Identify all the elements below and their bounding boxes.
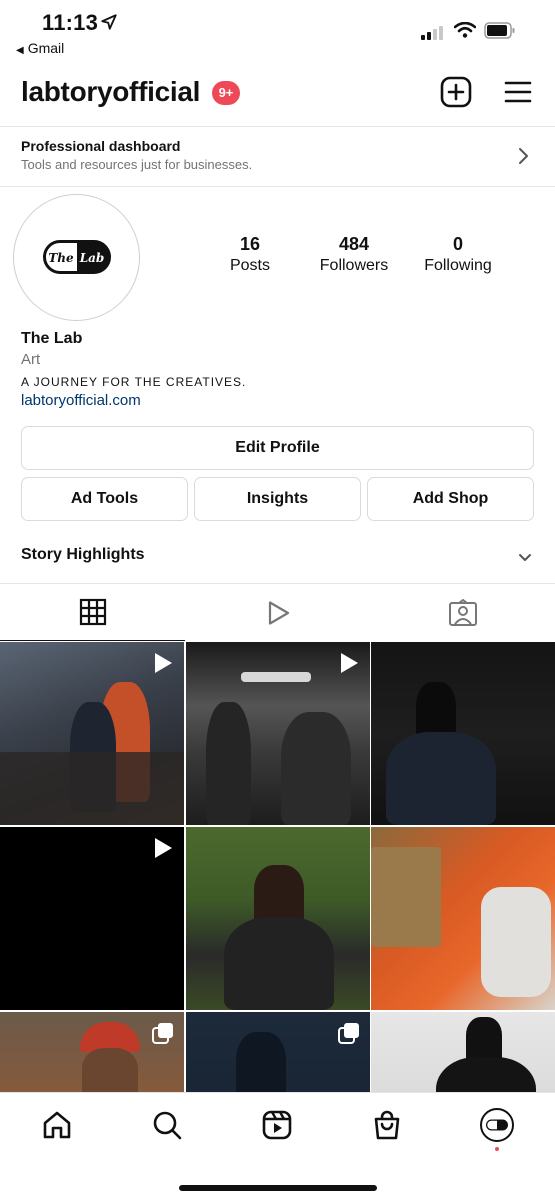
bottom-navigation xyxy=(0,1092,555,1200)
post-thumbnail[interactable] xyxy=(371,642,555,825)
reels-icon xyxy=(262,1110,292,1140)
profile-name: The Lab xyxy=(21,330,83,347)
posts-count[interactable]: 16 Posts xyxy=(220,234,280,275)
nav-profile[interactable] xyxy=(479,1107,515,1143)
play-icon xyxy=(341,653,358,673)
play-icon xyxy=(155,838,172,858)
shop-icon xyxy=(374,1110,400,1140)
avatar[interactable]: The Lab xyxy=(13,194,140,321)
add-shop-button[interactable]: Add Shop xyxy=(367,477,534,521)
profile-avatar xyxy=(480,1108,514,1142)
posts-grid xyxy=(0,642,555,1195)
battery-icon xyxy=(484,22,515,39)
the-lab-logo: The Lab xyxy=(43,240,111,274)
the-lab-logo-small xyxy=(486,1119,508,1131)
play-icon xyxy=(155,653,172,673)
nav-shop[interactable] xyxy=(369,1107,405,1143)
notification-dot xyxy=(495,1147,499,1151)
tagged-icon xyxy=(448,598,477,626)
nav-home[interactable] xyxy=(39,1107,75,1143)
reels-play-icon xyxy=(268,600,289,625)
tab-grid[interactable] xyxy=(0,584,185,641)
wifi-icon xyxy=(454,22,476,38)
profile-website-link[interactable]: labtoryofficial.com xyxy=(21,392,141,409)
professional-dashboard[interactable]: Professional dashboard Tools and resourc… xyxy=(0,126,555,187)
carousel-icon xyxy=(338,1023,359,1044)
followers-count[interactable]: 484 Followers xyxy=(312,234,396,275)
posts-label: Posts xyxy=(229,257,270,274)
tab-reels[interactable] xyxy=(185,584,370,641)
story-highlights-row[interactable]: Story Highlights xyxy=(0,534,555,582)
notification-badge[interactable]: 9+ xyxy=(212,81,240,105)
new-post-icon[interactable] xyxy=(440,76,472,108)
back-to-app-link[interactable]: ◀ Gmail xyxy=(16,40,64,56)
chevron-down-icon xyxy=(519,554,531,561)
profile-bio: A JOURNEY FOR THE CREATIVES. xyxy=(21,375,247,389)
story-highlights-title: Story Highlights xyxy=(21,546,145,563)
post-thumbnail[interactable] xyxy=(0,827,184,1010)
chevron-right-icon xyxy=(519,148,528,164)
followers-label: Followers xyxy=(319,257,389,274)
back-triangle-icon: ◀ xyxy=(16,45,24,56)
dashboard-subtitle: Tools and resources just for businesses. xyxy=(21,157,253,172)
profile-category: Art xyxy=(21,351,41,368)
nav-reels[interactable] xyxy=(259,1107,295,1143)
home-indicator xyxy=(179,1185,377,1191)
post-thumbnail[interactable] xyxy=(186,642,370,825)
insights-button[interactable]: Insights xyxy=(194,477,361,521)
followers-value: 484 xyxy=(338,234,370,254)
carousel-icon xyxy=(152,1023,173,1044)
menu-icon[interactable] xyxy=(504,78,532,106)
posts-value: 16 xyxy=(239,234,261,254)
post-thumbnail[interactable] xyxy=(186,827,370,1010)
profile-tabs xyxy=(0,583,555,641)
svg-text:Lab: Lab xyxy=(79,251,105,265)
dashboard-title: Professional dashboard xyxy=(21,138,181,154)
nav-search[interactable] xyxy=(149,1107,185,1143)
following-label: Following xyxy=(424,257,492,274)
tab-tagged[interactable] xyxy=(370,584,555,641)
following-count[interactable]: 0 Following xyxy=(420,234,496,275)
username-title[interactable]: labtoryofficial xyxy=(21,76,200,108)
ad-tools-button[interactable]: Ad Tools xyxy=(21,477,188,521)
search-icon xyxy=(153,1111,182,1140)
status-time: 11:13 xyxy=(42,10,99,35)
post-thumbnail[interactable] xyxy=(0,642,184,825)
profile-header: labtoryofficial 9+ xyxy=(0,70,555,120)
home-icon xyxy=(43,1111,71,1139)
following-value: 0 xyxy=(452,234,463,254)
svg-text:The: The xyxy=(48,251,74,265)
location-arrow-icon xyxy=(101,14,117,30)
signal-icon xyxy=(421,26,443,40)
status-bar: 11:13 ◀ Gmail xyxy=(0,0,555,64)
edit-profile-button[interactable]: Edit Profile xyxy=(21,426,534,470)
grid-icon xyxy=(79,598,106,626)
post-thumbnail[interactable] xyxy=(371,827,555,1010)
back-app-label: Gmail xyxy=(27,40,65,56)
